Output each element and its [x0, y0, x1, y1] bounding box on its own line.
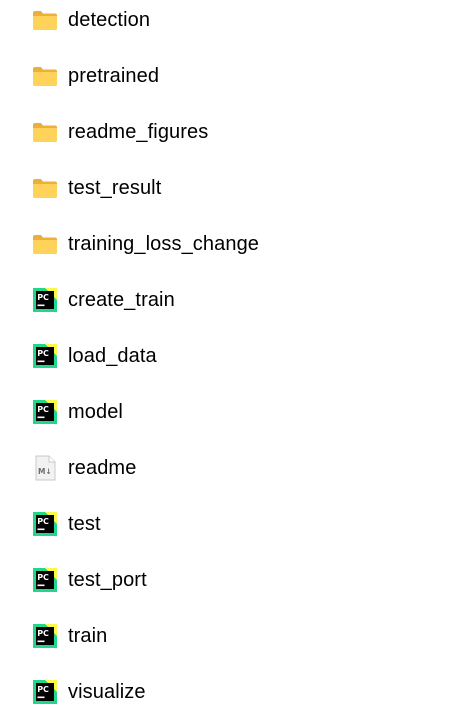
file-item-training-loss-change[interactable]: training_loss_change — [28, 227, 448, 261]
pycharm-logo-text: PC — [37, 685, 49, 694]
file-name: test — [68, 512, 101, 535]
pycharm-file-icon: PC — [32, 511, 58, 537]
pycharm-logo-text: PC — [37, 293, 49, 302]
pycharm-file-icon: PC — [32, 343, 58, 369]
pycharm-logo-text: PC — [37, 629, 49, 638]
file-item-readme-figures[interactable]: readme_figures — [28, 115, 448, 149]
file-item-test[interactable]: PC test — [28, 507, 448, 541]
file-name: train — [68, 624, 108, 647]
markdown-logo-text: M↓ — [38, 467, 52, 476]
file-item-train[interactable]: PC train — [28, 619, 448, 653]
folder-icon — [32, 7, 58, 33]
file-name: readme_figures — [68, 120, 209, 143]
pycharm-file-icon: PC — [32, 399, 58, 425]
pycharm-logo-text: PC — [37, 517, 49, 526]
file-item-visualize[interactable]: PC visualize — [28, 675, 448, 709]
pycharm-file-icon: PC — [32, 679, 58, 705]
file-name: readme — [68, 456, 137, 479]
file-name: pretrained — [68, 64, 160, 87]
file-item-pretrained[interactable]: pretrained — [28, 59, 448, 93]
folder-icon — [32, 175, 58, 201]
file-name: detection — [68, 8, 151, 31]
pycharm-file-icon: PC — [32, 623, 58, 649]
file-name: model — [68, 400, 123, 423]
file-name: test_port — [68, 568, 147, 591]
file-item-model[interactable]: PC model — [28, 395, 448, 429]
file-name: load_data — [68, 344, 157, 367]
file-name: create_train — [68, 288, 175, 311]
file-item-load-data[interactable]: PC load_data — [28, 339, 448, 373]
pycharm-logo-text: PC — [37, 405, 49, 414]
file-name: test_result — [68, 176, 162, 199]
file-item-detection[interactable]: detection — [28, 3, 448, 37]
pycharm-file-icon: PC — [32, 287, 58, 313]
pycharm-file-icon: PC — [32, 567, 58, 593]
file-item-readme[interactable]: M↓ readme — [28, 451, 448, 485]
pycharm-logo-text: PC — [37, 349, 49, 358]
folder-icon — [32, 119, 58, 145]
file-item-test-result[interactable]: test_result — [28, 171, 448, 205]
file-name: visualize — [68, 680, 146, 703]
pycharm-logo-text: PC — [37, 573, 49, 582]
file-item-create-train[interactable]: PC create_train — [28, 283, 448, 317]
markdown-file-icon: M↓ — [32, 455, 58, 481]
file-item-test-port[interactable]: PC test_port — [28, 563, 448, 597]
folder-icon — [32, 231, 58, 257]
folder-icon — [32, 63, 58, 89]
file-name: training_loss_change — [68, 232, 260, 255]
